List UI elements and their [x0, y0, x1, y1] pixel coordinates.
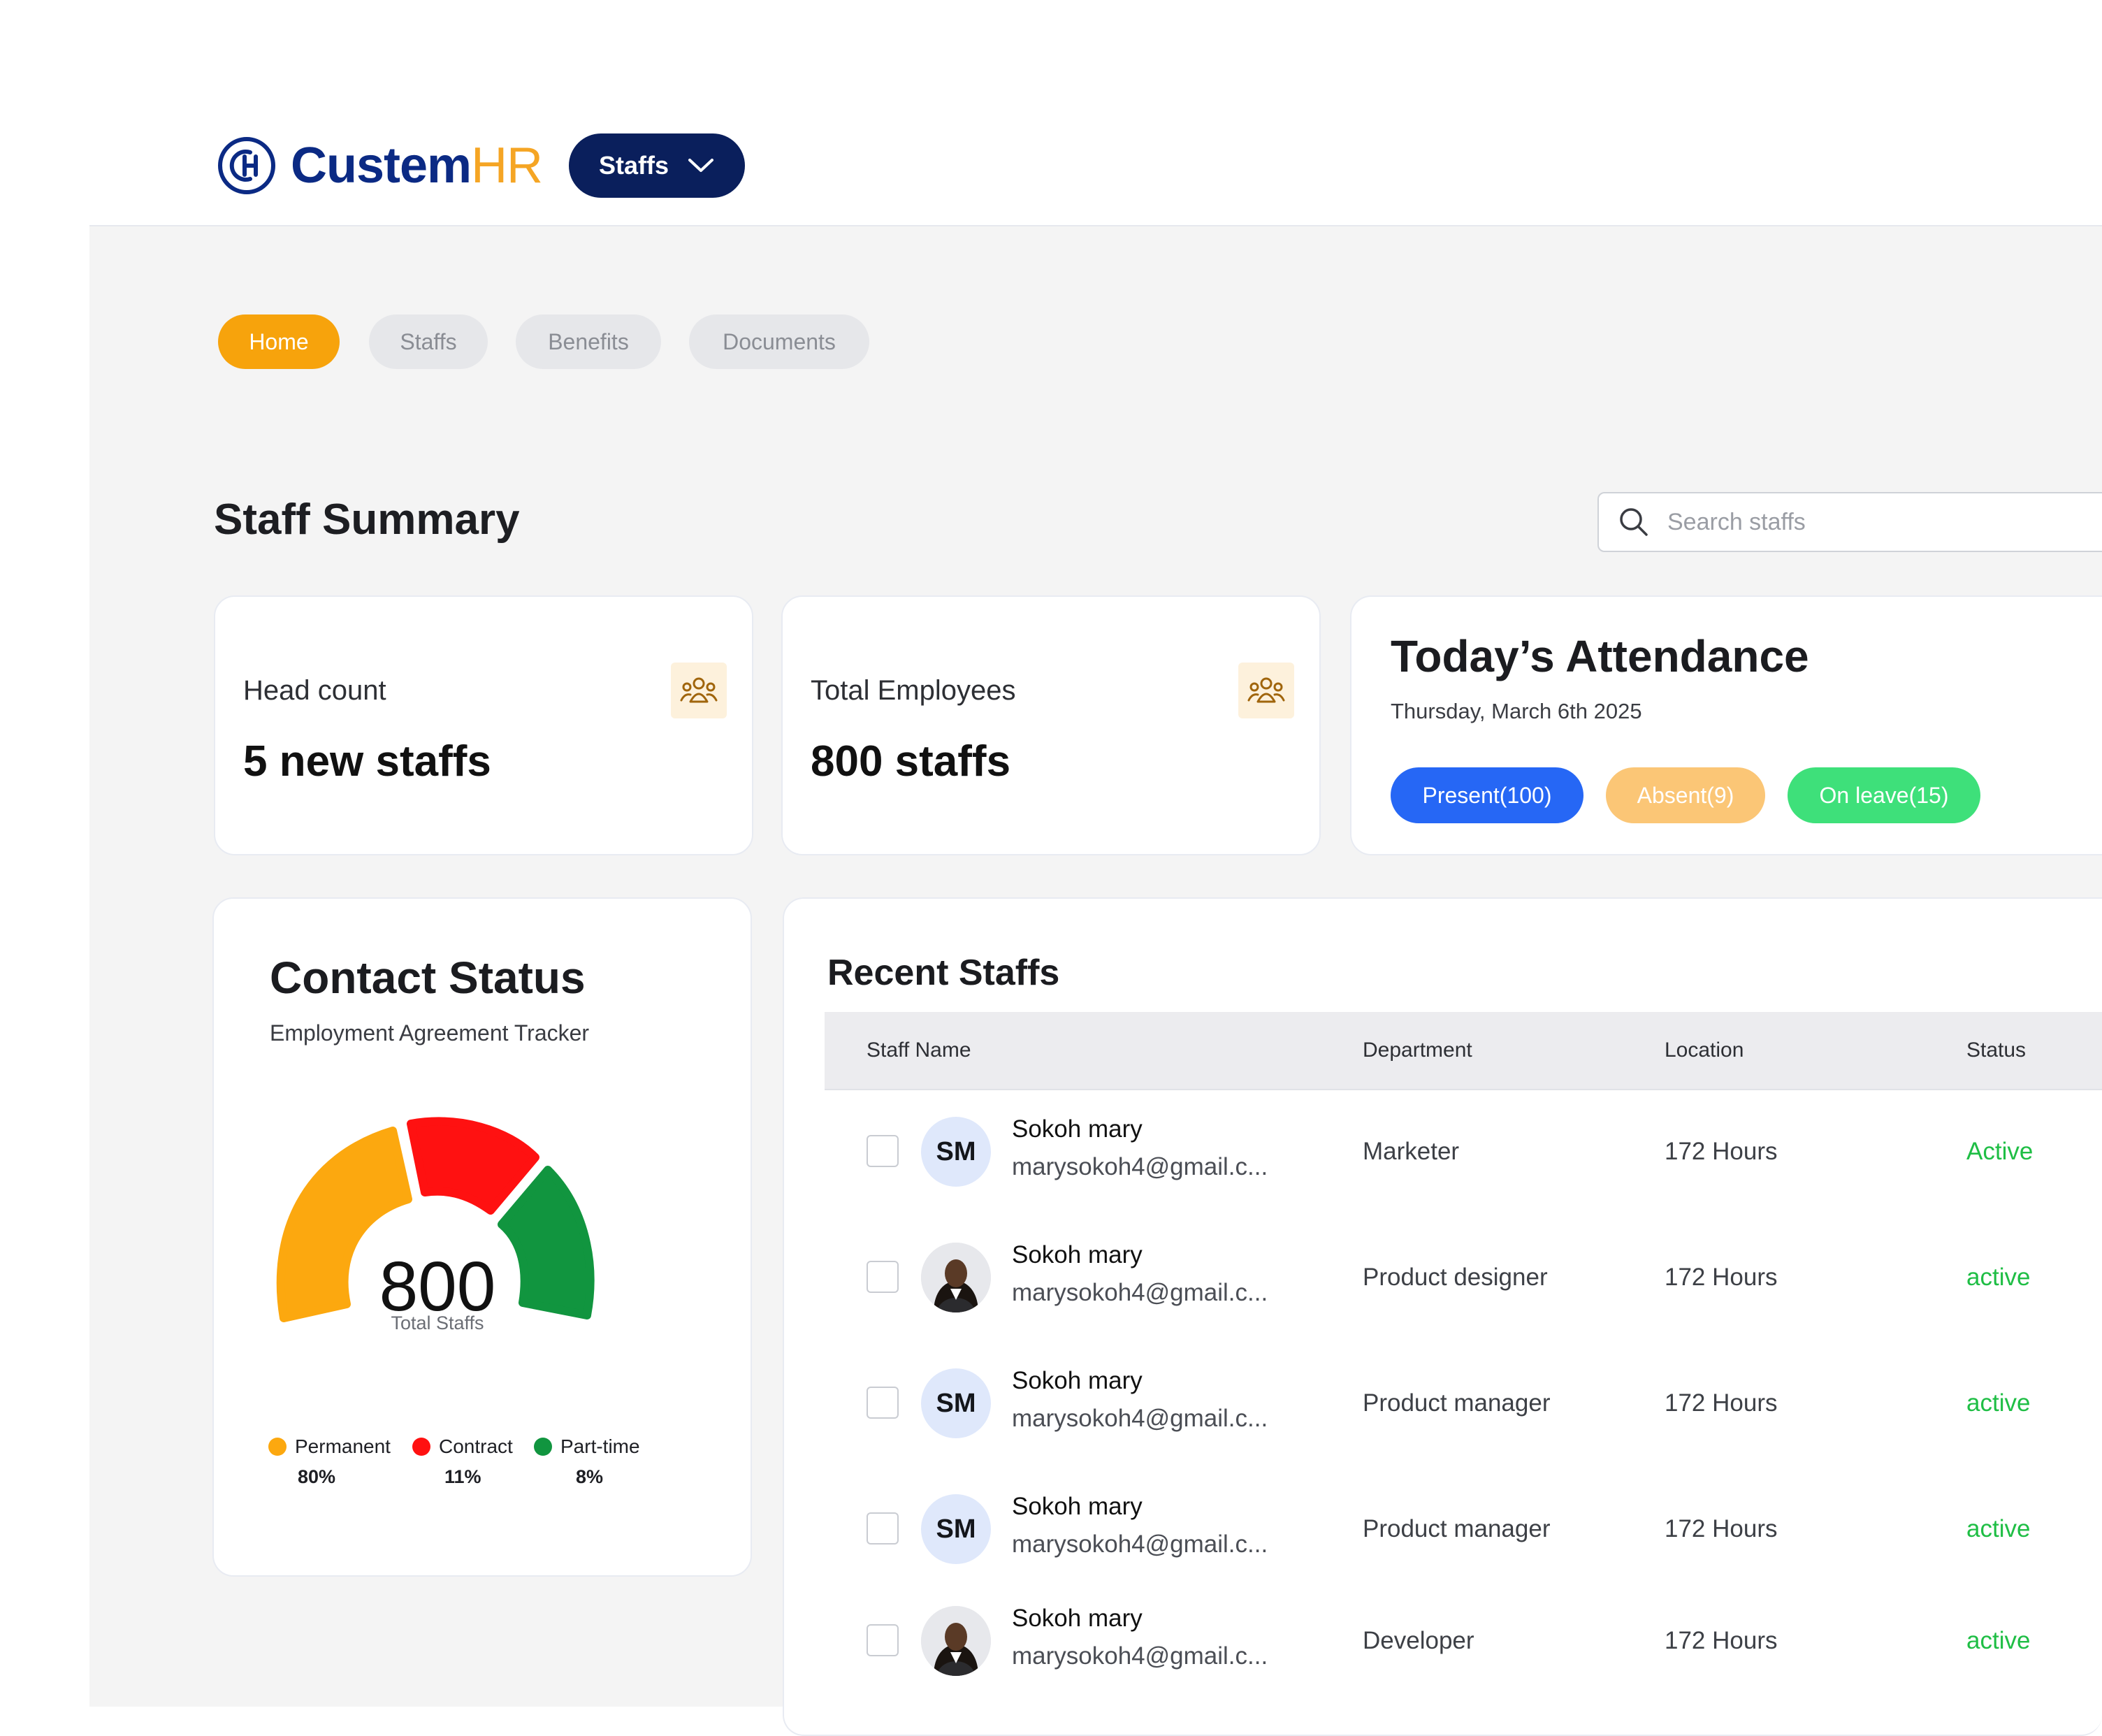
table-row[interactable]: SM Sokoh mary marysokoh4@gmail.c... Mark…	[825, 1090, 2102, 1216]
legend-label: Permanent	[295, 1435, 391, 1457]
legend-label: Contract	[439, 1435, 513, 1457]
users-icon	[1238, 663, 1294, 718]
legend-label: Part-time	[560, 1435, 640, 1457]
legend-permanent: Permanent	[268, 1435, 391, 1458]
brand-name-accent: HR	[471, 138, 543, 194]
page-title: Staff Summary	[214, 496, 520, 544]
ch-circle-logo-icon	[218, 137, 275, 194]
legend-pct-part-time: 8%	[576, 1466, 604, 1487]
row-checkbox[interactable]	[867, 1624, 899, 1656]
status-badge: active	[1966, 1389, 2031, 1417]
staff-department: Marketer	[1363, 1138, 1460, 1165]
status-badge: active	[1966, 1515, 2031, 1542]
row-checkbox[interactable]	[867, 1512, 899, 1545]
table-row[interactable]: Sokoh mary marysokoh4@gmail.c... Product…	[825, 1216, 2102, 1342]
table-row[interactable]: SM Sokoh mary marysokoh4@gmail.c... Prod…	[825, 1468, 2102, 1593]
person-photo-icon	[921, 1243, 991, 1312]
search-icon	[1620, 508, 1648, 536]
brand-name-primary: Custem	[291, 138, 472, 194]
staff-email: marysokoh4@gmail.c...	[1012, 1531, 1268, 1558]
legend-dot-part-time	[534, 1438, 552, 1456]
on-leave-badge[interactable]: On leave(15)	[1788, 767, 1980, 823]
gauge-segment-contract	[407, 1117, 539, 1215]
legend-contract: Contract	[412, 1435, 513, 1458]
tab-documents[interactable]: Documents	[689, 314, 869, 369]
staff-email: marysokoh4@gmail.c...	[1012, 1405, 1268, 1432]
head-count-label: Head count	[243, 675, 386, 706]
absent-badge[interactable]: Absent(9)	[1606, 767, 1765, 823]
status-badge: active	[1966, 1627, 2031, 1654]
status-badge: Active	[1966, 1138, 2034, 1165]
staff-email: marysokoh4@gmail.c...	[1012, 1153, 1268, 1180]
tab-home[interactable]: Home	[218, 314, 340, 369]
search-bar[interactable]	[1597, 492, 2102, 552]
gauge-total-label: Total Staffs	[391, 1312, 484, 1333]
staff-department: Product manager	[1363, 1389, 1551, 1417]
brand-name: CustemHR	[291, 137, 543, 194]
staff-location: 172 Hours	[1665, 1515, 1778, 1542]
contact-status-card: Contact Status Employment Agreement Trac…	[212, 897, 752, 1577]
table-header: Staff Name Department Location Status	[825, 1012, 2102, 1090]
contact-status-title: Contact Status	[270, 953, 586, 1003]
avatar	[921, 1606, 991, 1676]
head-count-value: 5 new staffs	[243, 737, 491, 786]
staffs-dropdown-label: Staffs	[598, 151, 669, 180]
attendance-card: Today’s Attendance Thursday, March 6th 2…	[1350, 595, 2102, 855]
row-checkbox[interactable]	[867, 1387, 899, 1419]
staff-name: Sokoh mary	[1012, 1115, 1143, 1143]
avatar: SM	[921, 1494, 991, 1564]
tab-benefits[interactable]: Benefits	[516, 314, 661, 369]
avatar: SM	[921, 1117, 991, 1187]
present-badge[interactable]: Present(100)	[1391, 767, 1583, 823]
attendance-title: Today’s Attendance	[1391, 631, 1809, 681]
attendance-date: Thursday, March 6th 2025	[1391, 699, 1642, 723]
legend-pct-contract: 11%	[444, 1466, 481, 1487]
avatar	[921, 1243, 991, 1312]
contact-status-subtitle: Employment Agreement Tracker	[270, 1020, 590, 1046]
legend-part-time: Part-time	[534, 1435, 640, 1458]
row-checkbox[interactable]	[867, 1135, 899, 1167]
staff-location: 172 Hours	[1665, 1138, 1778, 1165]
staff-department: Product designer	[1363, 1264, 1548, 1291]
staff-name: Sokoh mary	[1012, 1493, 1143, 1520]
legend-pct-permanent: 80%	[298, 1466, 336, 1487]
table-row[interactable]: Sokoh mary marysokoh4@gmail.c... Develop…	[825, 1579, 2102, 1705]
staff-name: Sokoh mary	[1012, 1605, 1143, 1632]
column-header-status[interactable]: Status	[1966, 1012, 2026, 1089]
recent-staffs-title: Recent Staffs	[827, 953, 1060, 993]
avatar: SM	[921, 1368, 991, 1438]
legend-dot-permanent	[268, 1438, 287, 1456]
head-count-card: Head count 5 new staffs	[214, 595, 753, 855]
staff-department: Developer	[1363, 1627, 1474, 1654]
person-photo-icon	[921, 1606, 991, 1676]
search-input[interactable]	[1666, 507, 2088, 537]
row-checkbox[interactable]	[867, 1261, 899, 1293]
tab-staffs[interactable]: Staffs	[369, 314, 488, 369]
staff-email: marysokoh4@gmail.c...	[1012, 1279, 1268, 1306]
column-header-staff-name[interactable]: Staff Name	[867, 1012, 971, 1089]
staff-email: marysokoh4@gmail.c...	[1012, 1642, 1268, 1670]
column-header-location[interactable]: Location	[1665, 1012, 1744, 1089]
staffs-dropdown[interactable]: Staffs	[569, 133, 745, 198]
brand-logo[interactable]: CustemHR	[217, 134, 543, 197]
staff-name: Sokoh mary	[1012, 1367, 1143, 1394]
staff-location: 172 Hours	[1665, 1389, 1778, 1417]
table-row[interactable]: SM Sokoh mary marysokoh4@gmail.c... Prod…	[825, 1342, 2102, 1468]
chevron-down-icon	[688, 159, 714, 172]
total-employees-card: Total Employees 800 staffs	[781, 595, 1321, 855]
legend-dot-contract	[412, 1438, 430, 1456]
status-badge: active	[1966, 1264, 2031, 1291]
column-header-department[interactable]: Department	[1363, 1012, 1472, 1089]
total-employees-label: Total Employees	[811, 675, 1016, 706]
total-employees-value: 800 staffs	[811, 737, 1011, 786]
staff-name: Sokoh mary	[1012, 1241, 1143, 1268]
staff-location: 172 Hours	[1665, 1627, 1778, 1654]
users-icon	[671, 663, 727, 718]
staff-location: 172 Hours	[1665, 1264, 1778, 1291]
staff-department: Product manager	[1363, 1515, 1551, 1542]
